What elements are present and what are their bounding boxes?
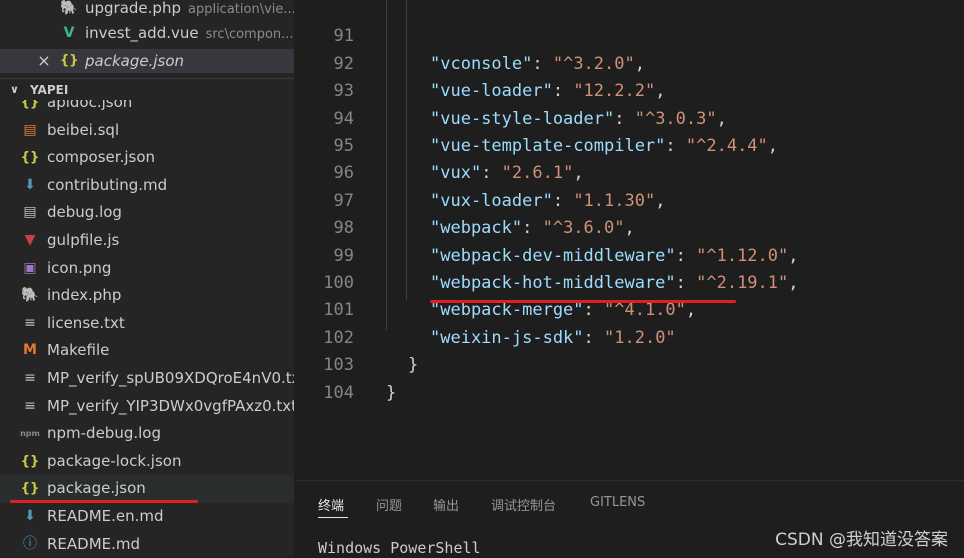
tree-item-label: package-lock.json [47, 451, 182, 470]
log-file-icon: ▤ [23, 204, 37, 221]
code-line: 98 "webpack-dev-middleware": "^1.12.0", [294, 188, 964, 265]
npm-icon: npm [20, 429, 40, 439]
tree-item-label: package.json [47, 479, 146, 498]
code-line: 97 "webpack": "^3.6.0", [294, 160, 964, 238]
tree-item-label: icon.png [47, 258, 112, 277]
tree-item-label: gulpfile.js [47, 230, 120, 249]
tab-problems[interactable]: 问题 [376, 495, 402, 514]
closing-brace: } [386, 382, 397, 403]
tree-item-npm-debug-log[interactable]: npm npm-debug.log [0, 420, 294, 448]
tab-gitlens[interactable]: GITLENS [590, 495, 645, 510]
active-tab-indicator [318, 517, 348, 518]
code-line: 99 "webpack-hot-middleware": "^2.19.1", [294, 215, 964, 293]
chevron-down-icon: ∨ [10, 83, 19, 96]
explorer-sidebar: 🐘 upgrade.php application\vie... V invest… [0, 0, 294, 557]
text-file-icon: ≡ [24, 314, 36, 331]
tree-item-index-php[interactable]: 🐘 index.php [0, 282, 294, 310]
code-line: 100 "webpack-merge": "^4.1.0", [294, 243, 964, 320]
code-line: 104 [294, 352, 964, 403]
tree-item-label: index.php [47, 286, 122, 305]
php-elephant-icon: 🐘 [21, 287, 39, 304]
tree-item-beibei-sql[interactable]: ▤ beibei.sql [0, 117, 294, 145]
tree-item-label: README.en.md [47, 506, 164, 525]
open-editor-upgrade-php[interactable]: 🐘 upgrade.php application\vie... [0, 0, 294, 20]
code-line: 94 "vue-template-compiler": "^2.4.4", [294, 78, 964, 156]
code-line: 103 } [294, 325, 964, 402]
tab-output[interactable]: 输出 [433, 495, 459, 514]
open-editor-name: package.json [85, 52, 185, 70]
file-tree: {} apidoc.json ▤ beibei.sql {} composer.… [0, 100, 294, 557]
tab-terminal[interactable]: 终端 [318, 495, 344, 514]
text-file-icon: ≡ [24, 369, 36, 386]
open-editor-path: src\compon... [205, 27, 294, 42]
workspace-title: YAPEI [30, 83, 69, 97]
tree-item-gulpfile-js[interactable]: ▼ gulpfile.js [0, 227, 294, 255]
tree-item-contributing-md[interactable]: ⬇ contributing.md [0, 172, 294, 200]
open-editor-name: invest_add.vue [85, 24, 199, 42]
tree-item-label: MP_verify_YIP3DWx0vgfPAxz0.txt [47, 396, 294, 415]
php-elephant-icon: 🐘 [60, 0, 78, 16]
code-line: 95 "vux": "2.6.1", [294, 106, 964, 183]
terminal-output[interactable]: Windows PowerShell [318, 539, 481, 557]
info-icon: ⓘ [23, 535, 37, 552]
code-line: 92 "vue-loader": "12.2.2", [294, 23, 964, 101]
code-editor[interactable]: 91 "vconsole": "^3.2.0", 92 "vue-loader"… [294, 0, 964, 480]
tree-item-composer-json[interactable]: {} composer.json [0, 144, 294, 172]
code-line: 96 "vux-loader": "1.1.30", [294, 133, 964, 210]
annotation-underline-editor [430, 300, 736, 303]
markdown-arrow-icon: ⬇ [24, 176, 36, 193]
tree-item-package-json[interactable]: {} package.json [0, 475, 294, 503]
tree-item-mp-verify-2[interactable]: ≡ MP_verify_YIP3DWx0vgfPAxz0.txt [0, 393, 294, 421]
open-editor-package-json[interactable]: × {} package.json [0, 49, 294, 73]
line-number: 104 [323, 382, 354, 403]
code-line: 93 "vue-style-loader": "^3.0.3", [294, 51, 964, 128]
tree-item-label: contributing.md [47, 175, 168, 194]
open-editor-invest-add-vue[interactable]: V invest_add.vue src\compon... [0, 21, 294, 45]
bottom-panel: 终端 问题 输出 调试控制台 GITLENS CSDN @我知道没答案 Wind… [294, 480, 964, 558]
tree-item-label: beibei.sql [47, 120, 120, 139]
image-icon: ▣ [23, 259, 37, 276]
open-editor-path: application\vie... [187, 2, 294, 17]
tree-item-icon-png[interactable]: ▣ icon.png [0, 255, 294, 283]
makefile-m-icon: M [23, 342, 37, 359]
tree-item-label: npm-debug.log [47, 424, 161, 443]
vue-icon: V [63, 25, 75, 41]
tree-item-label: Makefile [47, 341, 110, 360]
tree-item-label: apidoc.json [47, 100, 133, 111]
tree-item-label: MP_verify_spUB09XDQroE4nV0.txt [47, 368, 294, 387]
open-editor-name: upgrade.php [85, 0, 181, 17]
database-icon: ▤ [23, 121, 37, 138]
close-icon[interactable]: × [35, 49, 53, 73]
tree-item-makefile[interactable]: M Makefile [0, 337, 294, 365]
tree-item-label: composer.json [47, 148, 156, 167]
annotation-underline-sidebar [10, 500, 198, 503]
tree-item-mp-verify-1[interactable]: ≡ MP_verify_spUB09XDQroE4nV0.txt [0, 365, 294, 393]
code-line: 101 "weixin-js-sdk": "1.2.0" [294, 270, 964, 347]
json-braces-icon: {} [20, 100, 40, 110]
tree-item-readme-md[interactable]: ⓘ README.md [0, 531, 294, 558]
json-braces-icon: {} [20, 481, 40, 497]
tree-item-package-lock-json[interactable]: {} package-lock.json [0, 448, 294, 476]
file-tree-items: {} apidoc.json ▤ beibei.sql {} composer.… [0, 100, 294, 557]
open-editors-list: 🐘 upgrade.php application\vie... V invest… [0, 0, 294, 76]
json-braces-icon: {} [20, 150, 40, 166]
json-braces-icon: {} [20, 453, 40, 469]
explorer-section-header[interactable]: ∨ YAPEI [0, 78, 294, 101]
tab-debug-console[interactable]: 调试控制台 [491, 495, 556, 514]
tree-item-label: debug.log [47, 203, 122, 222]
tree-item-label: license.txt [47, 313, 125, 332]
tree-item-readme-en-md[interactable]: ⬇ README.en.md [0, 503, 294, 531]
text-file-icon: ≡ [24, 397, 36, 414]
code-line: 91 "vconsole": "^3.2.0", [294, 0, 964, 73]
tree-item-debug-log[interactable]: ▤ debug.log [0, 199, 294, 227]
gulp-cup-icon: ▼ [24, 231, 36, 248]
json-braces-icon: {} [60, 53, 79, 68]
tree-item-label: README.md [47, 534, 141, 553]
tree-item-apidoc-json[interactable]: {} apidoc.json [0, 100, 294, 117]
watermark: CSDN @我知道没答案 [775, 530, 948, 550]
markdown-arrow-icon: ⬇ [24, 507, 36, 524]
tree-item-license-txt[interactable]: ≡ license.txt [0, 310, 294, 338]
